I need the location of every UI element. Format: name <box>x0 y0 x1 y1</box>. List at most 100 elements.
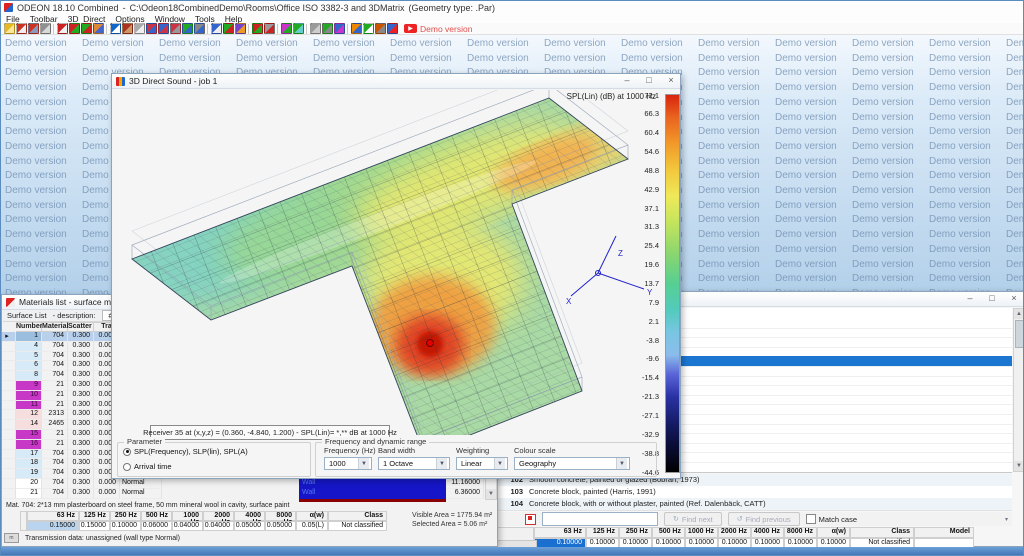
demo-watermark: Demo version <box>5 38 67 49</box>
menu-item-tools[interactable]: Tools <box>190 14 220 24</box>
absorption-value[interactable]: 0.10000 <box>110 521 141 531</box>
menu-item-3d_direct[interactable]: 3D_Direct <box>63 14 111 24</box>
find-previous-icon: ↺ <box>736 516 743 523</box>
toolbar-icon[interactable] <box>234 23 246 34</box>
absorption-value[interactable]: 0.04000 <box>172 521 203 531</box>
parameter-legend: Parameter <box>124 437 166 446</box>
weighting-combo[interactable]: Linear ▼ <box>456 457 508 470</box>
radio-arrival-time[interactable]: Arrival time <box>123 462 172 471</box>
radio-dot-icon[interactable] <box>123 447 131 456</box>
toolbar-icon[interactable] <box>309 23 321 34</box>
toolbar-icon[interactable] <box>169 23 181 34</box>
toolbar-icon[interactable] <box>333 23 345 34</box>
search-filter-icon[interactable] <box>525 513 536 525</box>
toolbar-icon[interactable] <box>39 23 51 34</box>
chevron-down-icon: ▼ <box>436 458 447 469</box>
materials-row[interactable]: 20 704 0.300 0.000 Normal Wall 11.16000 <box>2 479 485 489</box>
menu-item-options[interactable]: Options <box>110 14 149 24</box>
row-marker <box>2 479 16 489</box>
absorption-value[interactable]: 0.15000 <box>79 521 110 531</box>
scroll-down-icon[interactable]: ▼ <box>486 489 496 499</box>
toolbar-icon[interactable] <box>321 23 333 34</box>
scroll-up-icon[interactable]: ▲ <box>1014 309 1023 319</box>
toolbar-icon[interactable] <box>56 23 68 34</box>
materials-row[interactable]: 21 704 0.300 0.000 Normal Wall 6.36000 <box>2 488 485 499</box>
radio-dot-icon[interactable] <box>123 462 131 471</box>
scroll-down-icon[interactable]: ▼ <box>1014 461 1023 471</box>
toolbar-icon[interactable] <box>92 23 104 34</box>
toolbar-icon[interactable] <box>121 23 133 34</box>
demo-watermark: Demo version <box>5 96 67 108</box>
source-point[interactable] <box>426 339 434 347</box>
match-case-checkbox[interactable] <box>805 514 816 524</box>
absorption-value[interactable]: 0.05000 <box>265 521 296 531</box>
minimize-icon[interactable]: – <box>620 75 634 85</box>
spl-3d-map[interactable]: Z X Y <box>113 90 679 435</box>
library-item[interactable]: 104 Concrete block, with or without plast… <box>495 498 1012 511</box>
demo-watermark: Demo version <box>1006 52 1023 64</box>
minimize-icon[interactable]: – <box>963 293 977 303</box>
menu-item-help[interactable]: Help <box>220 14 247 24</box>
value-cell: 0.000 <box>94 479 120 489</box>
toolbar-icon[interactable] <box>27 23 39 34</box>
absorption-value[interactable]: Not classified <box>328 521 387 531</box>
match-case-option[interactable]: Match case <box>805 514 857 524</box>
toolbar-icon[interactable] <box>251 23 263 34</box>
toolbar-icon[interactable] <box>133 23 145 34</box>
menu-item-toolbar[interactable]: Toolbar <box>25 14 63 24</box>
transmission-icon[interactable]: m <box>4 533 19 543</box>
absorption-value[interactable]: 0.15000 <box>27 521 79 531</box>
scrollbar-thumb[interactable] <box>1015 320 1023 348</box>
close-icon[interactable]: × <box>664 75 678 85</box>
bandwidth-combo[interactable]: 1 Octave ▼ <box>378 457 450 470</box>
wall-type-cell[interactable]: Wall <box>299 479 446 489</box>
toolbar-icon[interactable] <box>157 23 169 34</box>
close-icon[interactable]: × <box>1007 293 1021 303</box>
transmission-row: m Transmission data: unassigned (wall ty… <box>4 533 180 543</box>
number-cell: 12 <box>16 410 42 421</box>
collapse-panel-icon[interactable]: ▾ <box>1005 516 1008 523</box>
radio-spl-frequency[interactable]: SPL(Frequency), SLP(lin), SPL(A) <box>123 447 248 456</box>
demo-watermark: Demo version <box>852 126 914 138</box>
toolbar-icon[interactable] <box>193 23 205 34</box>
menu-item-window[interactable]: Window <box>150 14 190 24</box>
toolbar-icon[interactable] <box>386 23 398 34</box>
library-table-header: α(w) <box>817 527 850 538</box>
absorption-value[interactable]: 0.05000 <box>234 521 265 531</box>
absorption-value[interactable]: 0.04000 <box>203 521 234 531</box>
toolbar-icon[interactable] <box>15 23 27 34</box>
frequency-combo[interactable]: 1000 ▼ <box>324 457 372 470</box>
toolbar-icon[interactable] <box>80 23 92 34</box>
toolbar-icon[interactable] <box>181 23 193 34</box>
toolbar-icon[interactable] <box>362 23 374 34</box>
toolbar-icon[interactable] <box>210 23 222 34</box>
toolbar-icon[interactable] <box>222 23 234 34</box>
toolbar-separator <box>347 23 348 34</box>
library-scrollbar[interactable]: ▲ ▼ <box>1013 308 1023 472</box>
demo-watermark: Demo version <box>1006 214 1023 226</box>
demo-watermark: Demo version <box>5 273 67 285</box>
absorption-value[interactable]: 0.05(L) <box>296 521 328 531</box>
value-cell: 0.300 <box>68 400 94 411</box>
menu-item-file[interactable]: File <box>1 14 25 24</box>
toolbar-icon[interactable] <box>145 23 157 34</box>
viewer-window-controls: – □ × <box>620 75 678 85</box>
maximize-icon[interactable]: □ <box>642 75 656 85</box>
toolbar-icon[interactable] <box>350 23 362 34</box>
toolbar-icon[interactable] <box>3 23 15 34</box>
toolbar-icon[interactable] <box>374 23 386 34</box>
maximize-icon[interactable]: □ <box>985 293 999 303</box>
toolbar-icon[interactable] <box>292 23 304 34</box>
toolbar-icon[interactable] <box>68 23 80 34</box>
wall-type-cell[interactable]: Wall <box>299 488 446 499</box>
toolbar-icon[interactable] <box>109 23 121 34</box>
toolbar-icon[interactable] <box>263 23 275 34</box>
row-marker <box>2 381 16 391</box>
colourscale-combo[interactable]: Geography ▼ <box>514 457 630 470</box>
toolbar-icon[interactable] <box>280 23 292 34</box>
find-previous-button[interactable]: ↺ Find previous <box>727 512 800 526</box>
search-input[interactable] <box>542 512 658 526</box>
absorption-value[interactable]: 0.06000 <box>141 521 172 531</box>
find-next-button[interactable]: ↻ Find next <box>664 512 722 526</box>
radio-arrival-label: Arrival time <box>134 462 172 471</box>
